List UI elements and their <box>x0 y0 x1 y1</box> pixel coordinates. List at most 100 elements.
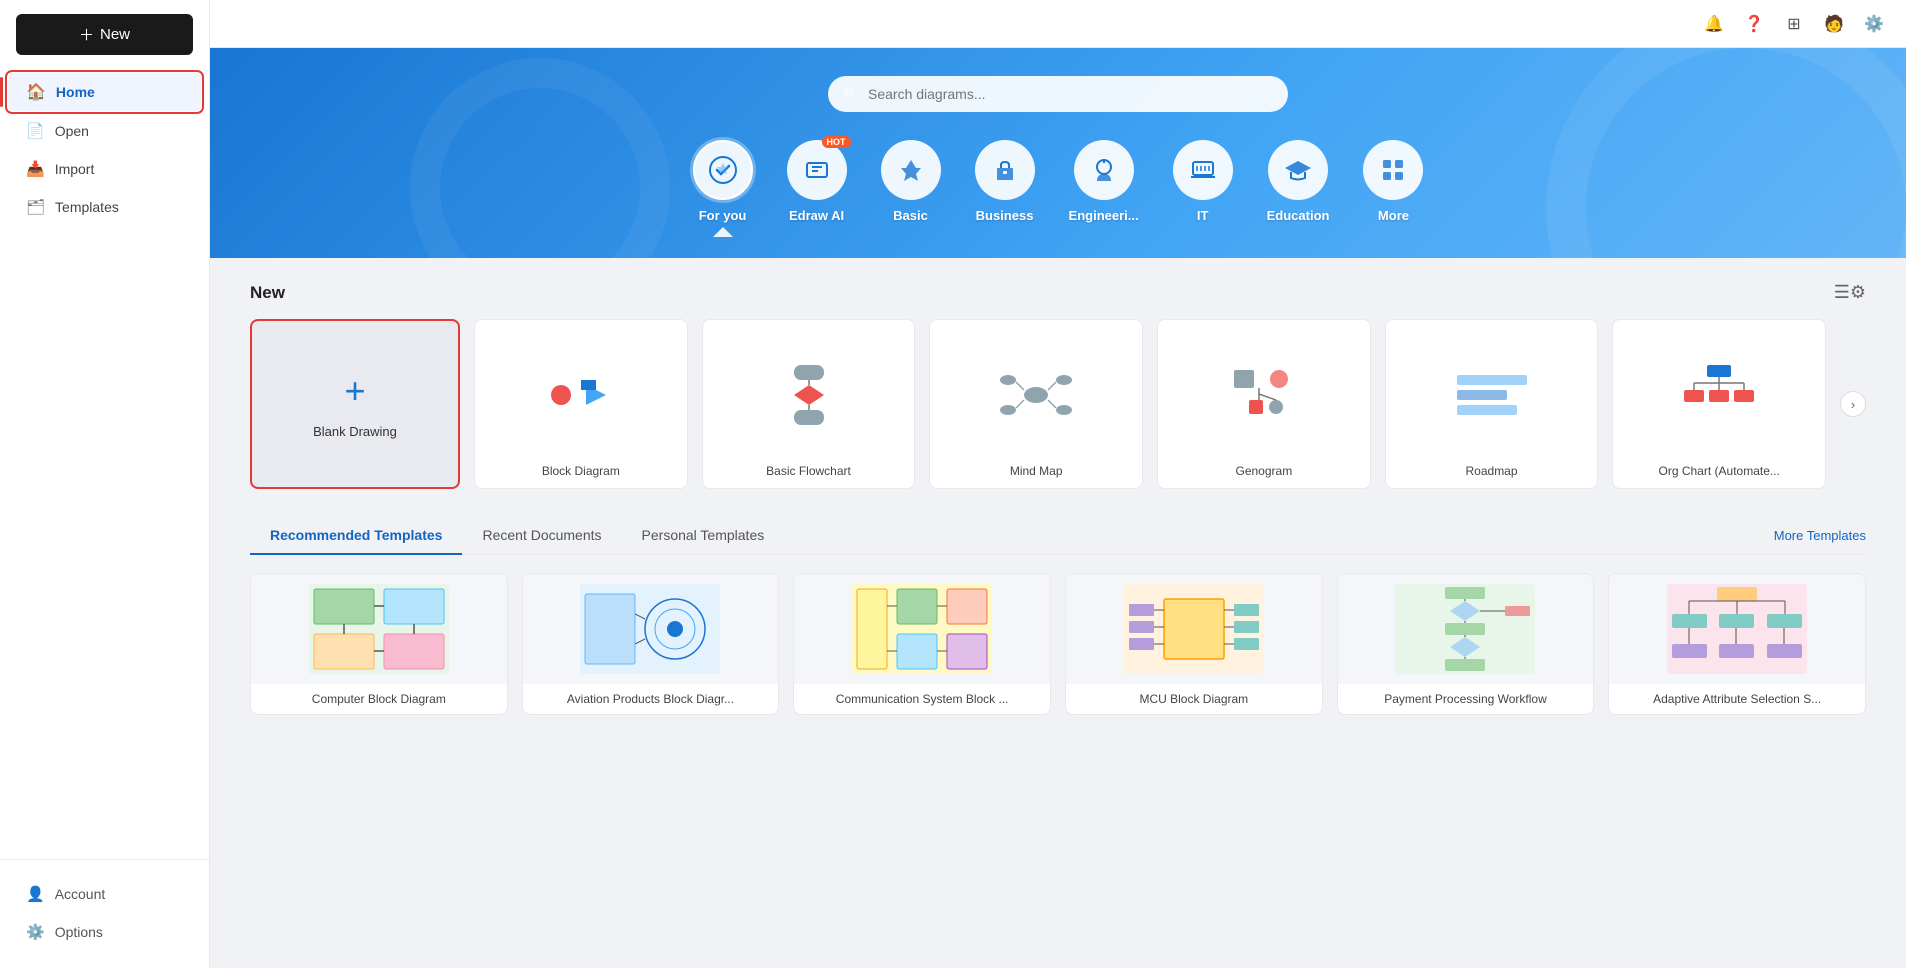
rec-card-payment[interactable]: Payment Processing Workflow <box>1337 573 1595 715</box>
sidebar-item-account[interactable]: 👤 Account <box>8 876 201 912</box>
banner-search-wrap: 🔍 <box>250 76 1866 112</box>
sidebar-templates-label: Templates <box>55 199 119 215</box>
roadmap-thumb <box>1396 334 1588 456</box>
bell-icon[interactable]: 🔔 <box>1700 10 1728 38</box>
template-card-mind-map[interactable]: Mind Map <box>929 319 1143 489</box>
category-edraw-ai[interactable]: HOT Edraw AI <box>779 140 855 237</box>
section-settings-icon[interactable]: ☰⚙ <box>1834 282 1866 303</box>
category-education[interactable]: Education <box>1259 140 1338 237</box>
rec-card-adaptive[interactable]: Adaptive Attribute Selection S... <box>1608 573 1866 715</box>
open-icon: 📄 <box>26 122 45 140</box>
new-section-title: New <box>250 283 285 303</box>
mind-map-thumb <box>940 334 1132 456</box>
new-button-label: New <box>100 26 130 43</box>
new-button[interactable]: ＋ New <box>16 14 193 55</box>
sidebar-item-templates[interactable]: 🗂 Templates <box>8 189 201 225</box>
communication-label: Communication System Block ... <box>794 684 1050 714</box>
engineering-icon-circle <box>1074 140 1134 200</box>
mcu-label: MCU Block Diagram <box>1066 684 1322 714</box>
sidebar-bottom: 👤 Account ⚙️ Options <box>0 859 209 968</box>
basic-icon <box>896 155 926 185</box>
business-icon-circle <box>975 140 1035 200</box>
blank-drawing-card[interactable]: + Blank Drawing <box>250 319 460 489</box>
sidebar-item-open[interactable]: 📄 Open <box>8 113 201 149</box>
person-icon[interactable]: 🧑 <box>1820 10 1848 38</box>
education-icon <box>1283 155 1313 185</box>
template-nav-arrow[interactable]: › <box>1840 391 1866 417</box>
tab-recommended[interactable]: Recommended Templates <box>250 517 462 555</box>
payment-label: Payment Processing Workflow <box>1338 684 1594 714</box>
for-you-icon <box>708 155 738 185</box>
org-chart-thumb <box>1623 334 1815 456</box>
blank-drawing-label: Blank Drawing <box>313 424 397 439</box>
it-label: IT <box>1197 208 1209 223</box>
category-for-you[interactable]: For you <box>685 140 761 237</box>
template-card-block-diagram[interactable]: Block Diagram <box>474 319 688 489</box>
tab-personal[interactable]: Personal Templates <box>622 517 785 555</box>
category-more[interactable]: More <box>1355 140 1431 237</box>
communication-thumb <box>794 574 1050 684</box>
computer-block-thumb <box>251 574 507 684</box>
rec-card-aviation[interactable]: Aviation Products Block Diagr... <box>522 573 780 715</box>
home-icon: 🏠 <box>26 82 46 102</box>
rec-card-mcu[interactable]: MCU Block Diagram <box>1065 573 1323 715</box>
sidebar-item-home[interactable]: 🏠 Home <box>8 73 201 111</box>
more-templates-link[interactable]: More Templates <box>1774 518 1866 553</box>
sidebar-nav: 🏠 Home 📄 Open 📥 Import 🗂 Templates <box>0 65 209 859</box>
for-you-label: For you <box>699 208 747 223</box>
page-body: New ☰⚙ + Blank Drawing <box>210 258 1906 739</box>
rec-card-communication[interactable]: Communication System Block ... <box>793 573 1051 715</box>
aviation-label: Aviation Products Block Diagr... <box>523 684 779 714</box>
banner: 🔍 For you <box>210 48 1906 258</box>
basic-flowchart-label: Basic Flowchart <box>766 464 851 478</box>
more-label: More <box>1378 208 1409 223</box>
recommended-grid: Computer Block Diagram <box>250 573 1866 715</box>
help-icon[interactable]: ❓ <box>1740 10 1768 38</box>
sidebar-item-import[interactable]: 📥 Import <box>8 151 201 187</box>
template-card-roadmap[interactable]: Roadmap <box>1385 319 1599 489</box>
org-chart-label: Org Chart (Automate... <box>1659 464 1780 478</box>
roadmap-label: Roadmap <box>1466 464 1518 478</box>
more-icon <box>1378 155 1408 185</box>
adaptive-thumb <box>1609 574 1865 684</box>
it-icon <box>1188 155 1218 185</box>
education-label: Education <box>1267 208 1330 223</box>
for-you-icon-circle <box>693 140 753 200</box>
template-card-genogram[interactable]: Genogram <box>1157 319 1371 489</box>
templates-icon: 🗂 <box>26 198 45 216</box>
template-card-basic-flowchart[interactable]: Basic Flowchart <box>702 319 916 489</box>
business-icon <box>990 155 1020 185</box>
computer-block-label: Computer Block Diagram <box>251 684 507 714</box>
genogram-label: Genogram <box>1236 464 1293 478</box>
search-input[interactable] <box>828 76 1288 112</box>
basic-flowchart-thumb <box>713 334 905 456</box>
category-it[interactable]: IT <box>1165 140 1241 237</box>
main-area: 🔔 ❓ ⊞ 🧑 ⚙️ 🔍 <box>210 0 1906 968</box>
template-grid: + Blank Drawing Block Diagram <box>250 319 1866 489</box>
adaptive-label: Adaptive Attribute Selection S... <box>1609 684 1865 714</box>
grid-icon[interactable]: ⊞ <box>1780 10 1808 38</box>
import-icon: 📥 <box>26 160 45 178</box>
sidebar-account-label: Account <box>55 886 106 902</box>
basic-label: Basic <box>893 208 928 223</box>
template-card-org-chart[interactable]: Org Chart (Automate... <box>1612 319 1826 489</box>
block-diagram-label: Block Diagram <box>542 464 620 478</box>
basic-icon-circle <box>881 140 941 200</box>
sidebar-home-label: Home <box>56 84 95 100</box>
sidebar: ＋ New 🏠 Home 📄 Open 📥 Import 🗂 Templates… <box>0 0 210 968</box>
hot-badge: HOT <box>822 136 851 148</box>
tab-recent[interactable]: Recent Documents <box>462 517 621 555</box>
blank-plus-icon: + <box>344 370 365 412</box>
engineering-icon <box>1089 155 1119 185</box>
plus-icon: ＋ <box>79 24 94 45</box>
category-basic[interactable]: Basic <box>873 140 949 237</box>
sidebar-item-options[interactable]: ⚙️ Options <box>8 914 201 950</box>
settings-icon[interactable]: ⚙️ <box>1860 10 1888 38</box>
rec-card-computer-block[interactable]: Computer Block Diagram <box>250 573 508 715</box>
edraw-ai-label: Edraw AI <box>789 208 844 223</box>
content-area: 🔍 For you <box>210 48 1906 968</box>
topbar: 🔔 ❓ ⊞ 🧑 ⚙️ <box>210 0 1906 48</box>
category-business[interactable]: Business <box>967 140 1043 237</box>
sidebar-open-label: Open <box>55 123 89 139</box>
category-engineering[interactable]: Engineeri... <box>1061 140 1147 237</box>
